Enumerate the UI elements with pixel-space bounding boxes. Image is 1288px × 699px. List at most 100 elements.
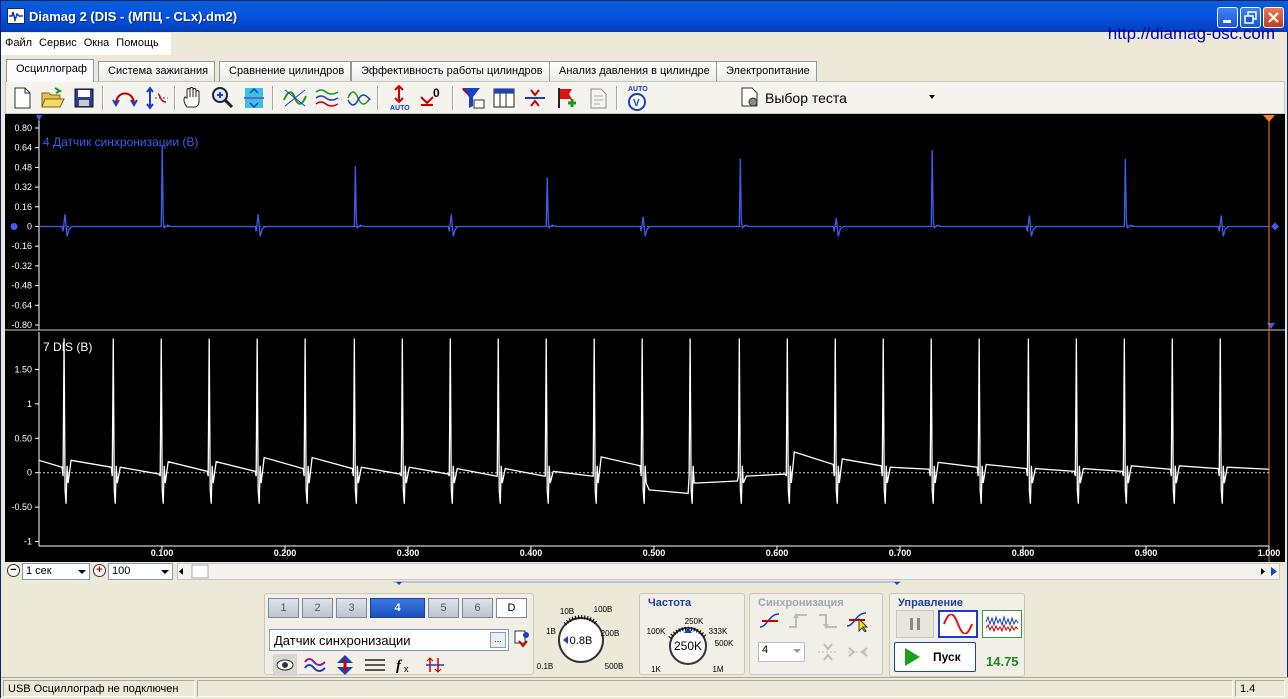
table-icon[interactable] [490, 85, 518, 111]
step-down-icon[interactable] [816, 610, 840, 632]
horizontal-measure-icon[interactable] [111, 85, 139, 111]
filter-icon[interactable] [459, 85, 487, 111]
channel-button-d[interactable]: D [496, 598, 527, 618]
chevron-down-icon [929, 95, 935, 99]
sensor-field[interactable]: Датчик синхронизации... [269, 629, 509, 651]
horizontal-scrollbar[interactable] [177, 563, 1280, 580]
channel1-right-marker [1271, 222, 1279, 231]
frequency-dial[interactable]: 250K 100K 333K 500K 1K 1M 250K [640, 602, 746, 676]
channel1-y-tick-label: -0.80 [11, 320, 32, 330]
voltage-dial-label: 1В [546, 627, 556, 636]
test-select[interactable]: Выбор теста [739, 85, 943, 111]
x-tick-label: 0.200 [274, 548, 297, 558]
tab-pressure-analysis[interactable]: Анализ давления в цилиндре [549, 61, 717, 81]
svg-text:0: 0 [433, 86, 440, 100]
tab-power-supply[interactable]: Электропитание [716, 61, 817, 81]
zoom-icon[interactable] [208, 85, 236, 111]
channel1-level-marker [10, 223, 18, 230]
control-panel: Управление Пуск 14.75 [889, 593, 1025, 677]
auto-voltage-icon[interactable]: AUTO V [623, 85, 651, 111]
left-cursor-marker [36, 115, 42, 121]
channel1-y-tick-label: -0.16 [11, 241, 32, 251]
x-tick-label: 0.800 [1012, 548, 1035, 558]
tab-oscilloscope[interactable]: Осциллограф [6, 59, 94, 82]
channel-button-5[interactable]: 5 [428, 598, 459, 618]
channel2-y-tick-label: 0 [27, 468, 32, 478]
sync-position-icon[interactable] [846, 641, 870, 663]
sine-mode-icon[interactable] [938, 610, 978, 638]
channel1-y-tick-label: 0.80 [14, 123, 32, 133]
voltage-dial[interactable]: 10В 100В 1В 200В 0.1В 500В 0.8В [535, 594, 635, 676]
zoom-in-icon[interactable]: + [93, 564, 106, 577]
cursor-sync-icon[interactable] [846, 610, 870, 632]
channel1-y-tick-label: -0.48 [11, 281, 32, 291]
new-file-icon[interactable] [8, 85, 36, 111]
tab-ignition[interactable]: Система зажигания [98, 61, 216, 81]
step-up-icon[interactable] [786, 610, 810, 632]
open-folder-icon[interactable] [39, 85, 67, 111]
status-middle [197, 680, 1233, 697]
chevron-down-icon [161, 570, 169, 574]
start-button-label: Пуск [933, 650, 961, 664]
noise-mode-icon[interactable] [982, 610, 1022, 638]
control-area: 1 2 3 4 5 6 D Датчик синхронизации... fx… [1, 581, 1288, 677]
eye-icon[interactable] [273, 654, 297, 676]
fit-icon[interactable] [240, 85, 268, 111]
scope-svg: 0.80 0.64 0.48 0.32 0.16 0 -0.16 -0.32 -0.48 -0.6… [5, 115, 1285, 562]
rising-edge-icon[interactable] [758, 610, 782, 632]
frequency-dial-label: 1M [712, 665, 723, 674]
invert-icon[interactable] [423, 654, 447, 676]
timebase-select[interactable]: 1 сек [22, 563, 90, 580]
channel-button-6[interactable]: 6 [462, 598, 493, 618]
zoom-out-icon[interactable]: − [7, 564, 20, 577]
pause-icon[interactable] [896, 610, 934, 638]
split-icon[interactable] [521, 85, 549, 111]
menu-bar: Файл Сервис Окна Помощь [1, 33, 171, 55]
oscilloscope-display[interactable]: 0.80 0.64 0.48 0.32 0.16 0 -0.16 -0.32 -0.48 -0.6… [5, 114, 1285, 562]
channel2-y-tick-label: 0.50 [14, 433, 32, 443]
menu-help[interactable]: Помощь [112, 33, 162, 49]
tab-cylinder-compare[interactable]: Сравнение цилиндров [219, 61, 352, 81]
menu-file[interactable]: Файл [1, 33, 35, 49]
auto-scale-icon[interactable]: AUTO [385, 85, 413, 111]
ellipsis-icon[interactable]: ... [490, 632, 506, 648]
window-title: Diamag 2 (DIS - (МПЦ - CLx).dm2) [29, 9, 238, 24]
channel1-y-tick-label: 0.16 [14, 202, 32, 212]
overlay-wave-icon[interactable] [345, 85, 373, 111]
sensor-config-icon[interactable] [509, 628, 533, 650]
channel-button-1[interactable]: 1 [268, 598, 299, 618]
sync-channel-select[interactable]: 4 [758, 642, 805, 662]
flag-add-icon[interactable] [552, 85, 580, 111]
sync-level-icon[interactable] [816, 641, 840, 663]
x-tick-label: 1.000 [1258, 548, 1281, 558]
zoom-select[interactable]: 100 [108, 563, 173, 580]
vertical-arrows-icon[interactable] [333, 654, 357, 676]
multi-wave-icon[interactable] [313, 85, 341, 111]
timebase-value: 1 сек [26, 565, 52, 577]
hand-pan-icon[interactable] [178, 85, 206, 111]
start-button[interactable]: Пуск [894, 642, 976, 672]
save-icon[interactable] [70, 85, 98, 111]
voltage-dial-value: 0.8В [570, 635, 593, 647]
zero-offset-icon[interactable]: 0 [417, 85, 445, 111]
voltage-dial-label: 200В [601, 629, 620, 638]
svg-text:V: V [633, 98, 640, 109]
menu-service[interactable]: Сервис [35, 33, 80, 49]
channel-button-4[interactable]: 4 [370, 598, 425, 618]
control-title: Управление [898, 597, 964, 609]
notes-icon[interactable] [584, 85, 612, 111]
channel-button-3[interactable]: 3 [336, 598, 367, 618]
function-icon[interactable]: fx [393, 654, 417, 676]
website-link[interactable]: http://diamag-osc.com [1108, 24, 1275, 44]
channel2-waveform [38, 338, 1270, 504]
tab-cylinder-efficiency[interactable]: Эффективность работы цилиндров [351, 61, 550, 81]
menu-windows[interactable]: Окна [80, 33, 113, 49]
channel-button-2[interactable]: 2 [302, 598, 333, 618]
wave-filter-icon[interactable] [303, 654, 327, 676]
timebase-row: − 1 сек + 100 [5, 562, 1285, 580]
channel-panel: 1 2 3 4 5 6 D Датчик синхронизации... fx… [264, 593, 623, 676]
cursor-wave-icon[interactable] [281, 85, 309, 111]
app-window: Diamag 2 (DIS - (МПЦ - CLx).dm2) Файл Сер… [0, 0, 1288, 699]
grid-lines-icon[interactable] [363, 654, 387, 676]
vertical-measure-icon[interactable] [143, 85, 171, 111]
